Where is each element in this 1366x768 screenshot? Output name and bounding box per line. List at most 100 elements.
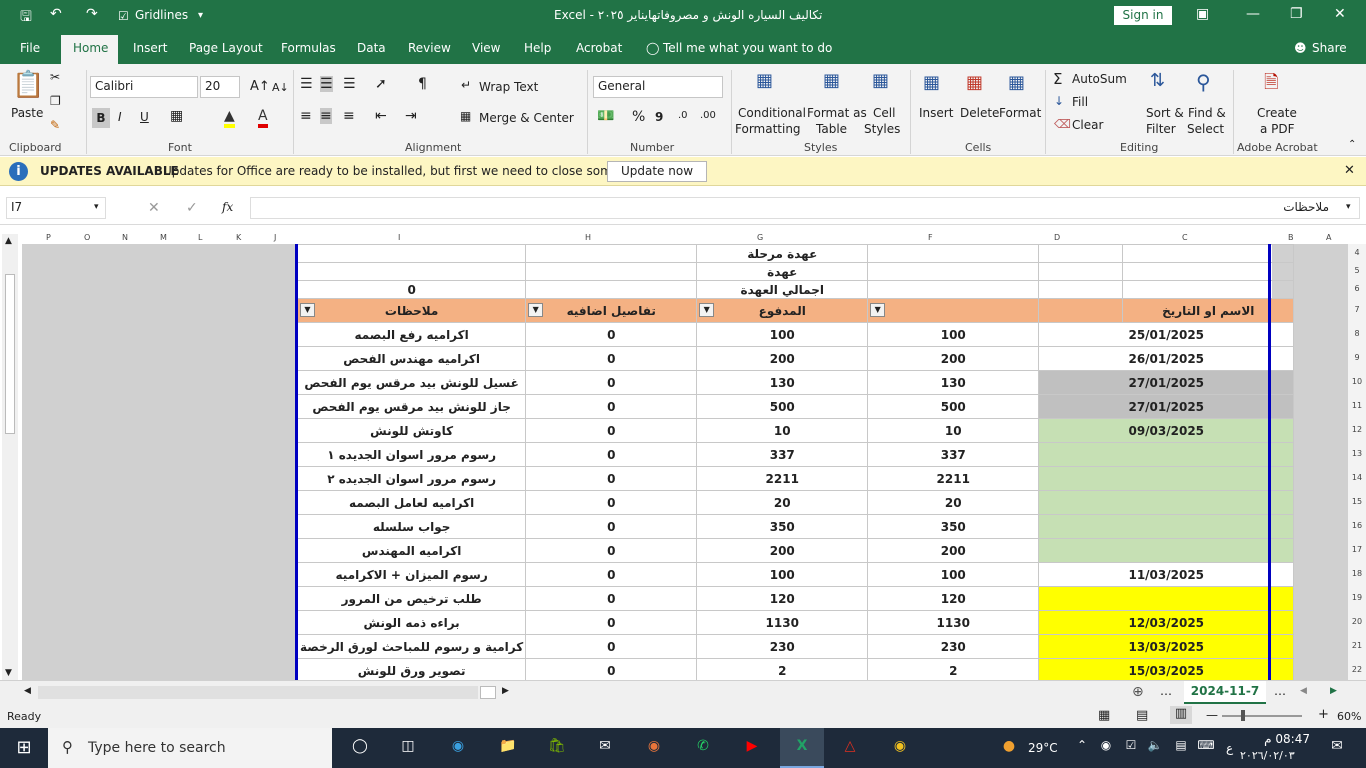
format-painter-icon[interactable]: ✎ [50, 118, 60, 132]
row-header[interactable]: 5 [1348, 266, 1366, 275]
network-icon[interactable]: ☑ [1120, 738, 1142, 758]
decrease-font-icon[interactable]: A↓ [272, 81, 289, 94]
tab-acrobat[interactable]: Acrobat [576, 41, 622, 55]
show-hidden-icons[interactable]: ⌃ [1071, 738, 1093, 758]
confirm-entry-icon[interactable]: ✓ [186, 200, 198, 216]
paid-cell[interactable]: 100 [696, 322, 869, 347]
header-cell[interactable]: ملاحظات ▼ [296, 298, 527, 323]
hscroll-left-icon[interactable]: ◀ [24, 686, 31, 696]
row-header[interactable]: 10 [1348, 377, 1366, 386]
clear-button[interactable]: Clear [1072, 118, 1103, 132]
date-cell[interactable]: 27/01/2025 [1038, 394, 1295, 419]
format-cells-button[interactable]: Format [999, 106, 1041, 120]
vertical-scrollbar[interactable]: ▲ ▼ [2, 234, 18, 680]
bottom-align-icon[interactable]: ☰ [343, 76, 356, 92]
align-center-icon[interactable]: ≡ [320, 108, 332, 124]
paid-cell[interactable]: 230 [696, 634, 869, 659]
header-cell[interactable]: المدفوع ▼ [696, 298, 869, 323]
zoom-out-icon[interactable]: — [1206, 708, 1218, 722]
conditional-formatting-label-2[interactable]: Formatting [735, 122, 801, 136]
row-header[interactable]: 17 [1348, 545, 1366, 554]
increase-decimal-icon[interactable]: .0 [678, 110, 688, 121]
more-sheets-left-icon[interactable]: … [1160, 684, 1172, 698]
row-header[interactable]: 8 [1348, 329, 1366, 338]
tab-file[interactable]: File [20, 41, 40, 55]
notes-cell[interactable]: غسيل للونش بيد مرقس يوم الفحص [296, 370, 527, 395]
wrap-text-button[interactable]: Wrap Text [479, 80, 538, 94]
close-icon[interactable]: ✕ [1334, 6, 1346, 22]
date-cell[interactable]: 13/03/2025 [1038, 634, 1295, 659]
tab-formulas[interactable]: Formulas [281, 41, 336, 55]
cell[interactable]: عهدة [696, 262, 869, 281]
notes-cell[interactable]: كاوتش للونش [296, 418, 527, 443]
font-color-icon[interactable]: A [258, 108, 268, 128]
extra-cell[interactable]: 0 [525, 394, 698, 419]
extra-cell[interactable]: 0 [525, 322, 698, 347]
fill-icon[interactable]: ↓ [1054, 94, 1064, 108]
more-sheets-right-icon[interactable]: … [1274, 684, 1286, 698]
cancel-entry-icon[interactable]: ✕ [148, 200, 160, 216]
create-pdf-label-2[interactable]: a PDF [1260, 122, 1295, 136]
sort-filter-label-1[interactable]: Sort & [1146, 106, 1184, 120]
cell-styles-label-2[interactable]: Styles [864, 122, 900, 136]
extra-cell[interactable]: 0 [525, 490, 698, 515]
notes-cell[interactable]: رسوم الميزان + الاكراميه [296, 562, 527, 587]
gridlines-checkbox[interactable]: ☑ [118, 9, 129, 23]
name-box[interactable]: I7 [6, 197, 106, 219]
new-sheet-icon[interactable]: ⊕ [1132, 684, 1144, 700]
filter-dropdown-icon[interactable]: ▼ [300, 303, 315, 317]
notes-cell[interactable]: جواب سلسله [296, 514, 527, 539]
paid-cell[interactable]: 10 [696, 418, 869, 443]
filter-dropdown-icon[interactable]: ▼ [528, 303, 544, 317]
row-header[interactable]: 19 [1348, 593, 1366, 602]
record-icon[interactable]: ◉ [1095, 738, 1117, 758]
autosum-button[interactable]: AutoSum [1072, 72, 1127, 86]
column-header[interactable]: B [1288, 233, 1294, 242]
cortana-icon[interactable]: ◯ [349, 738, 371, 758]
conditional-formatting-icon[interactable]: ▦ [756, 70, 773, 91]
date-cell[interactable]: 27/01/2025 [1038, 370, 1295, 395]
extra-cell[interactable]: 0 [525, 658, 698, 680]
underline-button[interactable]: U [140, 110, 149, 124]
page-layout-view-icon[interactable]: ▤ [1136, 708, 1148, 723]
excel-taskbar-button[interactable]: X [780, 728, 824, 768]
number-format-box[interactable]: General [593, 76, 723, 98]
notes-cell[interactable]: رسوم مرور اسوان الجديده ١ [296, 442, 527, 467]
cell[interactable] [867, 262, 1040, 281]
conditional-formatting-label-1[interactable]: Conditional [738, 106, 806, 120]
delete-cells-button[interactable]: Delete [960, 106, 999, 120]
notes-cell[interactable]: تصوير ورق للونش [296, 658, 527, 680]
cell[interactable] [525, 244, 698, 263]
notes-cell[interactable]: اكراميه مهندس الفحص [296, 346, 527, 371]
percent-icon[interactable]: % [632, 109, 645, 125]
notes-cell[interactable]: براءه ذمه الونش [296, 610, 527, 635]
find-select-label-2[interactable]: Select [1187, 122, 1224, 136]
amount-cell[interactable]: 200 [867, 346, 1040, 371]
borders-icon[interactable]: ▦ [170, 108, 183, 124]
save-icon[interactable]: 🖫 [20, 6, 32, 30]
font-name-box[interactable]: Calibri [90, 76, 198, 98]
tab-scroll-right-icon[interactable]: ▶ [1330, 686, 1337, 696]
zoom-level[interactable]: 60% [1337, 710, 1361, 723]
extra-cell[interactable]: 0 [525, 442, 698, 467]
acrobat-icon[interactable]: △ [839, 738, 861, 758]
date-cell[interactable] [1038, 442, 1295, 467]
column-header[interactable]: I [398, 233, 400, 242]
cell-styles-icon[interactable]: ▦ [872, 70, 889, 91]
row-header[interactable]: 14 [1348, 473, 1366, 482]
file-explorer-icon[interactable]: 📁 [497, 738, 519, 758]
date-cell[interactable]: 09/03/2025 [1038, 418, 1295, 443]
edge-icon[interactable]: ◉ [447, 738, 469, 758]
extra-cell[interactable]: 0 [525, 514, 698, 539]
amount-cell[interactable]: 100 [867, 322, 1040, 347]
cell[interactable] [1038, 262, 1124, 281]
expand-formula-icon[interactable]: ▾ [1346, 202, 1351, 212]
column-header[interactable]: A [1326, 233, 1331, 242]
row-header[interactable]: 11 [1348, 401, 1366, 410]
font-size-box[interactable]: 20 [200, 76, 240, 98]
cell[interactable] [525, 262, 698, 281]
extra-cell[interactable]: 0 [525, 466, 698, 491]
find-select-label-1[interactable]: Find & [1188, 106, 1226, 120]
row-header[interactable]: 7 [1348, 305, 1366, 314]
cell[interactable] [867, 280, 1040, 299]
